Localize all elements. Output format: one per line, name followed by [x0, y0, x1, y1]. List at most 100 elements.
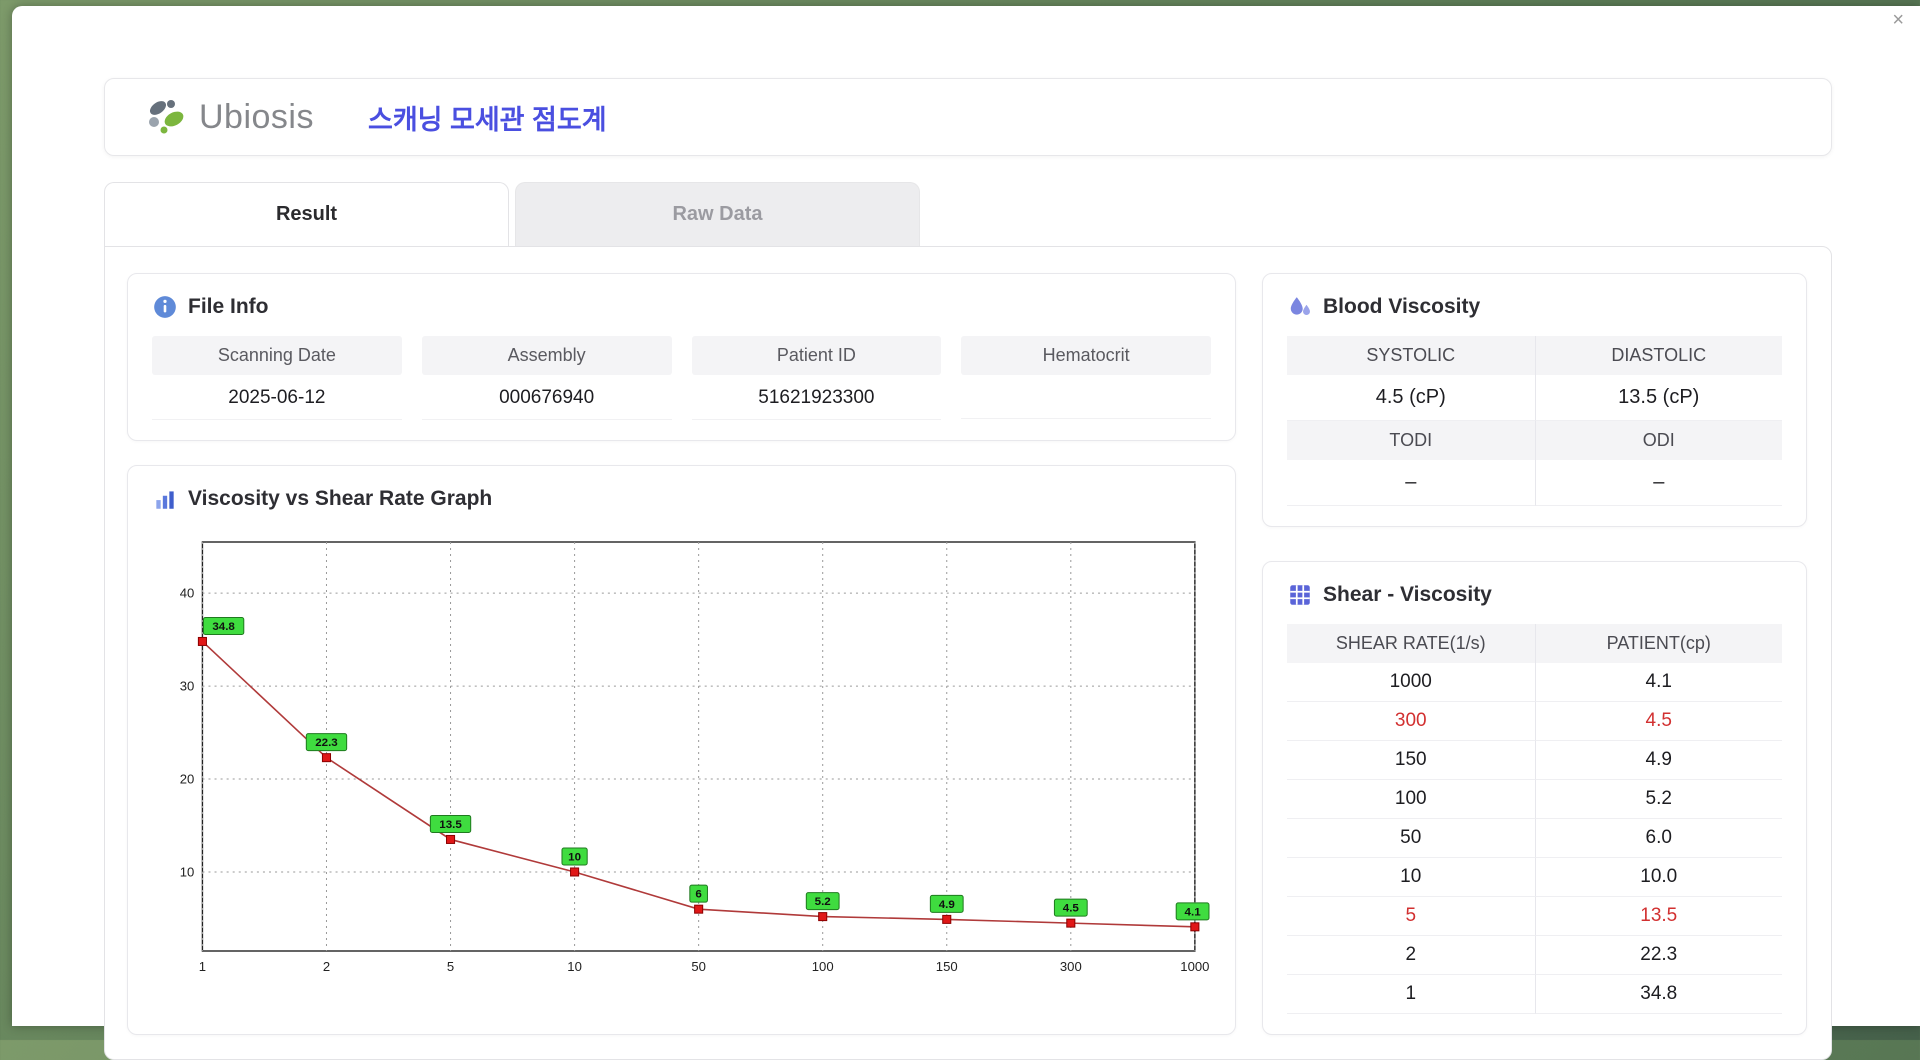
tab-raw-data[interactable]: Raw Data	[515, 182, 920, 246]
blood-viscosity-title: Blood Viscosity	[1323, 295, 1480, 319]
patient-viscosity-value: 34.8	[1535, 975, 1783, 1014]
page-title: 스캐닝 모세관 점도계	[368, 98, 607, 137]
svg-text:22.3: 22.3	[315, 737, 338, 749]
shear-viscosity-row: 3004.5	[1287, 702, 1782, 741]
svg-text:10: 10	[568, 852, 581, 864]
shear-rate-value: 10	[1287, 858, 1535, 897]
viscosity-shear-chart: 102030401251050100150300100034.822.313.5…	[152, 528, 1211, 983]
patient-viscosity-value: 4.5	[1535, 702, 1783, 741]
graph-title: Viscosity vs Shear Rate Graph	[188, 487, 492, 511]
patient-viscosity-value: 13.5	[1535, 897, 1783, 936]
shear-viscosity-row: 513.5	[1287, 897, 1782, 936]
file-info-card: File Info Scanning Date 2025-06-12 Assem…	[127, 273, 1236, 441]
shear-table-body: 10004.13004.51504.91005.2506.01010.0513.…	[1287, 663, 1782, 1014]
systolic-value: 4.5 (cP)	[1287, 375, 1535, 421]
field-hematocrit: Hematocrit	[961, 336, 1211, 420]
shear-viscosity-row: 1005.2	[1287, 780, 1782, 819]
patient-column-header: PATIENT(cp)	[1535, 624, 1783, 663]
shear-rate-value: 5	[1287, 897, 1535, 936]
svg-text:4.5: 4.5	[1063, 903, 1080, 915]
close-icon[interactable]: ×	[1892, 10, 1904, 30]
shear-viscosity-row: 1504.9	[1287, 741, 1782, 780]
svg-text:150: 150	[936, 959, 958, 974]
blood-viscosity-card: Blood Viscosity SYSTOLIC DIASTOLIC 4.5 (…	[1262, 273, 1807, 527]
field-label: Scanning Date	[152, 336, 402, 375]
svg-text:2: 2	[323, 959, 330, 974]
diastolic-header: DIASTOLIC	[1535, 336, 1783, 375]
field-value	[961, 375, 1211, 419]
field-label: Hematocrit	[961, 336, 1211, 375]
bv-header-row: SYSTOLIC DIASTOLIC	[1287, 336, 1782, 375]
field-assembly: Assembly 000676940	[422, 336, 672, 420]
shear-table-header: SHEAR RATE(1/s) PATIENT(cp)	[1287, 624, 1782, 663]
shear-rate-value: 1000	[1287, 663, 1535, 702]
graph-header: Viscosity vs Shear Rate Graph	[152, 486, 1211, 512]
shear-rate-value: 1	[1287, 975, 1535, 1014]
shear-viscosity-row: 222.3	[1287, 936, 1782, 975]
main-content: Ubiosis 스캐닝 모세관 점도계 Result Raw Data	[12, 6, 1920, 1060]
app-window: × Ubiosis 스캐닝 모세관 점도계 Result Raw Data	[12, 6, 1920, 1026]
shear-viscosity-row: 1010.0	[1287, 858, 1782, 897]
brand-name: Ubiosis	[199, 98, 314, 137]
file-info-fields: Scanning Date 2025-06-12 Assembly 000676…	[152, 336, 1211, 420]
shear-viscosity-header: Shear - Viscosity	[1287, 582, 1782, 608]
viscosity-graph-card: Viscosity vs Shear Rate Graph 10 20 30 40 1 2…	[127, 465, 1236, 1035]
todi-value: –	[1287, 460, 1535, 506]
bar-chart-icon	[152, 486, 178, 512]
svg-text:4.1: 4.1	[1185, 906, 1202, 918]
shear-rate-value: 100	[1287, 780, 1535, 819]
svg-text:20: 20	[180, 772, 195, 787]
svg-text:5.2: 5.2	[815, 896, 831, 908]
svg-text:1: 1	[199, 959, 206, 974]
right-column: Blood Viscosity SYSTOLIC DIASTOLIC 4.5 (…	[1262, 273, 1807, 1035]
shear-rate-value: 150	[1287, 741, 1535, 780]
shear-viscosity-title: Shear - Viscosity	[1323, 583, 1492, 607]
field-scanning-date: Scanning Date 2025-06-12	[152, 336, 402, 420]
file-info-header: File Info	[152, 294, 1211, 320]
svg-text:5: 5	[447, 959, 454, 974]
field-patient-id: Patient ID 51621923300	[692, 336, 942, 420]
svg-text:6: 6	[695, 889, 701, 901]
odi-value: –	[1535, 460, 1783, 506]
shear-viscosity-row: 134.8	[1287, 975, 1782, 1014]
patient-viscosity-value: 4.9	[1535, 741, 1783, 780]
patient-viscosity-value: 6.0	[1535, 819, 1783, 858]
odi-header: ODI	[1535, 421, 1783, 460]
table-grid-icon	[1287, 582, 1313, 608]
svg-text:4.9: 4.9	[939, 899, 955, 911]
shear-viscosity-row: 10004.1	[1287, 663, 1782, 702]
left-column: File Info Scanning Date 2025-06-12 Assem…	[127, 273, 1236, 1035]
bv-header-row: TODI ODI	[1287, 421, 1782, 460]
shear-rate-column-header: SHEAR RATE(1/s)	[1287, 624, 1535, 663]
svg-text:100: 100	[812, 959, 834, 974]
svg-text:10: 10	[180, 865, 195, 880]
svg-text:34.8: 34.8	[212, 621, 235, 633]
patient-viscosity-value: 5.2	[1535, 780, 1783, 819]
patient-viscosity-value: 10.0	[1535, 858, 1783, 897]
field-value: 2025-06-12	[152, 375, 402, 420]
shear-viscosity-card: Shear - Viscosity SHEAR RATE(1/s) PATIEN…	[1262, 561, 1807, 1035]
water-drops-icon	[1287, 294, 1313, 320]
systolic-header: SYSTOLIC	[1287, 336, 1535, 375]
shear-rate-value: 300	[1287, 702, 1535, 741]
blood-viscosity-table: SYSTOLIC DIASTOLIC 4.5 (cP) 13.5 (cP) TO…	[1287, 336, 1782, 506]
bv-value-row: – –	[1287, 460, 1782, 506]
svg-text:10: 10	[567, 959, 582, 974]
info-icon	[152, 294, 178, 320]
svg-text:40: 40	[180, 586, 195, 601]
patient-viscosity-value: 22.3	[1535, 936, 1783, 975]
field-label: Patient ID	[692, 336, 942, 375]
header-card: Ubiosis 스캐닝 모세관 점도계	[104, 78, 1832, 156]
file-info-title: File Info	[188, 295, 269, 319]
tab-result[interactable]: Result	[104, 182, 509, 246]
ubiosis-logo-icon	[143, 97, 191, 137]
field-value: 000676940	[422, 375, 672, 420]
shear-viscosity-row: 506.0	[1287, 819, 1782, 858]
svg-text:1000: 1000	[1180, 959, 1209, 974]
brand: Ubiosis	[143, 97, 314, 137]
svg-text:30: 30	[180, 679, 195, 694]
field-label: Assembly	[422, 336, 672, 375]
patient-viscosity-value: 4.1	[1535, 663, 1783, 702]
shear-rate-value: 2	[1287, 936, 1535, 975]
bv-value-row: 4.5 (cP) 13.5 (cP)	[1287, 375, 1782, 421]
